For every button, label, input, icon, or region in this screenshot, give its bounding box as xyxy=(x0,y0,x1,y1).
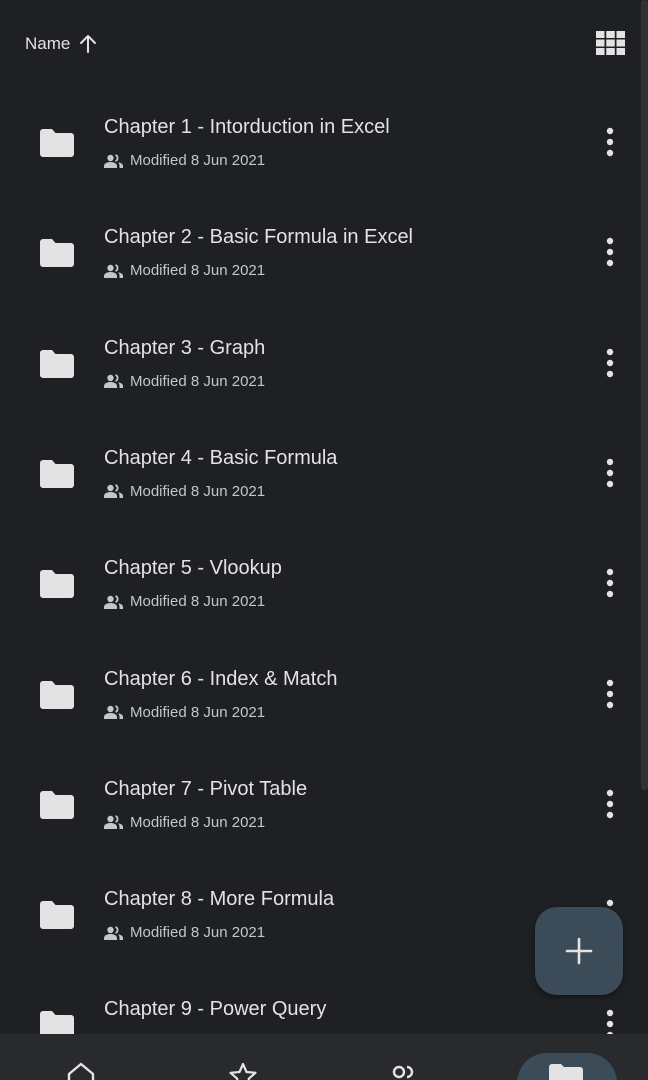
sort-by-name-button[interactable]: Name xyxy=(25,31,97,57)
shared-icon xyxy=(104,374,123,389)
file-title: Chapter 6 - Index & Match xyxy=(104,667,338,690)
sort-label: Name xyxy=(25,34,71,53)
shared-icon xyxy=(104,705,123,719)
file-meta: Modified 8 Jun 2021 xyxy=(104,593,265,610)
folder-icon xyxy=(40,459,74,488)
file-modified-date: Modified 8 Jun 2021 xyxy=(130,482,266,500)
file-title: Chapter 9 - Power Query xyxy=(104,998,327,1021)
file-modified-date: Modified 8 Jun 2021 xyxy=(130,593,266,611)
more-options-icon[interactable] xyxy=(596,457,624,491)
file-modified-date: Modified 8 Jun 2021 xyxy=(130,924,266,942)
folder-icon xyxy=(40,129,74,157)
file-row[interactable]: Chapter 2 - Basic Formula in Excel Modif… xyxy=(0,198,640,308)
folder-icon xyxy=(40,790,74,819)
grid-view-icon[interactable] xyxy=(596,31,625,55)
more-options-icon[interactable] xyxy=(596,126,624,160)
file-meta: Modified 8 Jun 2021 xyxy=(104,924,265,941)
file-meta: Modified 8 Jun 2021 xyxy=(104,483,265,500)
folder-icon xyxy=(40,349,74,378)
shared-icon xyxy=(104,594,123,609)
file-title: Chapter 4 - Basic Formula xyxy=(104,446,338,469)
shared-icon xyxy=(104,263,123,278)
more-options-icon[interactable] xyxy=(596,788,624,822)
file-title: Chapter 3 - Graph xyxy=(104,336,266,359)
file-row[interactable]: Chapter 4 - Basic Formula Modified 8 Jun… xyxy=(0,419,640,529)
folder-icon xyxy=(40,239,74,268)
file-row[interactable]: Chapter 3 - Graph Modified 8 Jun 2021 xyxy=(0,309,640,419)
home-icon xyxy=(67,1062,95,1080)
arrow-up-icon xyxy=(79,34,97,54)
file-title: Chapter 1 - Intorduction in Excel xyxy=(104,116,390,138)
file-row[interactable]: Chapter 7 - Pivot Table Modified 8 Jun 2… xyxy=(0,750,640,860)
file-title: Chapter 2 - Basic Formula in Excel xyxy=(104,226,414,249)
shared-icon xyxy=(104,484,123,499)
nav-home[interactable] xyxy=(63,1034,99,1080)
folder-icon xyxy=(40,570,74,599)
file-meta: Modified 8 Jun 2021 xyxy=(104,814,265,831)
more-options-icon[interactable] xyxy=(596,678,624,712)
file-modified-date: Modified 8 Jun 2021 xyxy=(130,703,266,721)
nav-shared[interactable] xyxy=(385,1034,421,1080)
shared-icon xyxy=(104,925,123,940)
bottom-navigation xyxy=(0,1034,648,1080)
nav-files[interactable] xyxy=(549,1034,585,1080)
file-list: Chapter 1 - Intorduction in Excel Modifi… xyxy=(0,88,640,1034)
shared-icon xyxy=(392,1065,414,1079)
folder-icon xyxy=(40,1011,74,1034)
more-options-icon[interactable] xyxy=(596,567,624,601)
nav-starred[interactable] xyxy=(225,1034,261,1080)
star-icon xyxy=(229,1062,257,1080)
new-item-fab-button[interactable] xyxy=(535,907,623,995)
file-meta: Modified 8 Jun 2021 xyxy=(104,373,265,390)
file-title: Chapter 7 - Pivot Table xyxy=(104,777,308,800)
file-meta: Modified 8 Jun 2021 xyxy=(104,262,265,279)
shared-icon xyxy=(104,153,123,168)
sort-bar: Name xyxy=(0,0,648,88)
folder-icon xyxy=(40,901,74,930)
folder-icon xyxy=(549,1064,583,1080)
folder-icon xyxy=(40,680,74,709)
file-modified-date: Modified 8 Jun 2021 xyxy=(130,813,266,831)
file-title: Chapter 8 - More Formula xyxy=(104,888,335,911)
file-title: Chapter 5 - Vlookup xyxy=(104,557,282,580)
file-row[interactable]: Chapter 6 - Index & Match Modified 8 Jun… xyxy=(0,640,640,750)
file-modified-date: Modified 8 Jun 2021 xyxy=(130,372,266,390)
file-meta: Modified 8 Jun 2021 xyxy=(104,152,265,169)
shared-icon xyxy=(104,815,123,830)
more-options-icon[interactable] xyxy=(596,236,624,270)
more-options-icon[interactable] xyxy=(596,347,624,381)
scrollbar[interactable] xyxy=(641,0,648,790)
plus-icon xyxy=(565,937,593,965)
file-row[interactable]: Chapter 5 - Vlookup Modified 8 Jun 2021 xyxy=(0,529,640,639)
more-options-icon[interactable] xyxy=(596,1008,624,1034)
file-modified-date: Modified 8 Jun 2021 xyxy=(130,152,266,169)
file-modified-date: Modified 8 Jun 2021 xyxy=(130,262,266,280)
file-row[interactable]: Chapter 1 - Intorduction in Excel Modifi… xyxy=(0,88,640,198)
file-meta: Modified 8 Jun 2021 xyxy=(104,704,265,721)
